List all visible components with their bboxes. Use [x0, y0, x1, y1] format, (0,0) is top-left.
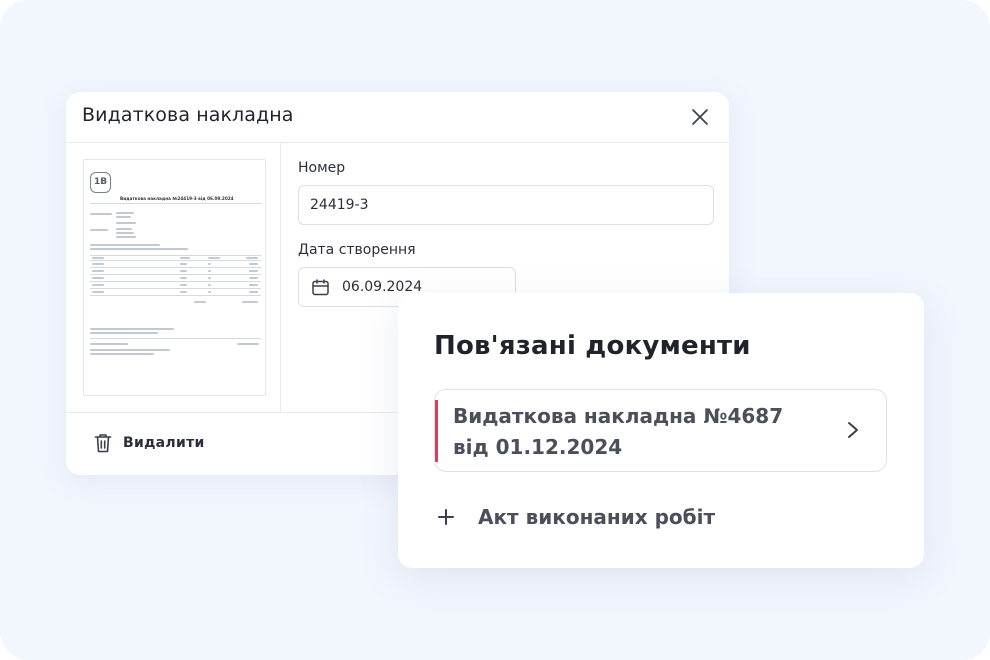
created-date-label: Дата створення [298, 242, 416, 258]
thumb-text [90, 353, 154, 355]
thumb-divider [90, 338, 261, 339]
related-item-date: від 01.12.2024 [453, 435, 623, 459]
thumb-text [116, 212, 134, 214]
close-button[interactable] [689, 106, 711, 128]
thumb-text [208, 291, 211, 293]
related-documents-card: Пов'язані документи Видаткова накладна №… [398, 293, 924, 568]
thumb-divider [90, 203, 261, 204]
related-document-item[interactable]: Видаткова накладна №4687 від 01.12.2024 [434, 389, 887, 472]
thumb-text [180, 263, 187, 265]
related-documents-title: Пов'язані документи [434, 331, 751, 361]
thumb-text [249, 291, 258, 293]
thumb-text [92, 263, 104, 265]
thumb-text [116, 232, 134, 234]
thumb-table-line [90, 260, 261, 261]
document-logo: 1B [90, 172, 111, 193]
document-thumbnail[interactable]: 1B Видаткова накладна №24419-3 від 06.09… [83, 159, 266, 396]
document-thumbnail-title: Видаткова накладна №24419-3 від 06.09.20… [120, 196, 234, 201]
number-label: Номер [298, 160, 346, 176]
thumb-text [180, 270, 187, 272]
thumb-text [208, 284, 211, 286]
thumb-text [116, 228, 132, 230]
thumb-text [208, 257, 220, 259]
dialog-header: Видаткова накладна [66, 92, 729, 143]
thumb-text [116, 236, 136, 238]
related-item-accent [435, 400, 438, 462]
number-input[interactable]: 24419-3 [298, 185, 714, 225]
delete-button-label: Видалити [123, 435, 205, 451]
background-canvas: Видаткова накладна 1B Видаткова накладна… [0, 0, 990, 660]
close-icon [692, 109, 708, 125]
thumb-table-line [90, 267, 261, 268]
thumb-text [116, 222, 136, 224]
thumb-text [242, 301, 258, 303]
thumb-text [116, 216, 131, 218]
thumb-text [92, 291, 104, 293]
calendar-icon [312, 279, 329, 296]
thumb-table-line [90, 295, 261, 296]
thumb-text [208, 277, 211, 279]
thumb-table-line [90, 274, 261, 275]
related-item-title: Видаткова накладна №4687 [453, 404, 784, 428]
thumb-text [92, 270, 104, 272]
thumb-text [90, 248, 188, 250]
thumb-text [90, 349, 170, 351]
thumb-text [208, 270, 211, 272]
thumb-text [180, 257, 190, 259]
thumb-text [246, 257, 258, 259]
thumb-text [92, 284, 104, 286]
thumb-text [180, 284, 187, 286]
plus-icon [438, 509, 454, 525]
thumb-text [194, 301, 206, 303]
thumb-text [90, 328, 174, 330]
thumb-text [90, 332, 158, 334]
thumb-text [90, 213, 112, 215]
thumb-text [92, 257, 104, 259]
thumb-text [249, 284, 258, 286]
thumb-text [249, 270, 258, 272]
thumb-text [90, 343, 128, 345]
thumb-text [180, 291, 187, 293]
thumb-text [180, 277, 187, 279]
chevron-right-icon [848, 422, 858, 438]
thumb-text [90, 229, 108, 231]
thumb-text [237, 343, 259, 345]
add-related-label: Акт виконаних робіт [478, 505, 716, 529]
thumb-text [249, 263, 258, 265]
thumb-table-line [90, 281, 261, 282]
dialog-title: Видаткова накладна [82, 104, 294, 126]
trash-icon [94, 434, 112, 453]
thumb-text [90, 244, 160, 246]
document-preview-pane: 1B Видаткова накладна №24419-3 від 06.09… [66, 143, 281, 412]
thumb-text [208, 263, 211, 265]
thumb-text [249, 277, 258, 279]
thumb-text [92, 277, 104, 279]
thumb-table-line [90, 288, 261, 289]
thumb-table-line [90, 255, 261, 256]
